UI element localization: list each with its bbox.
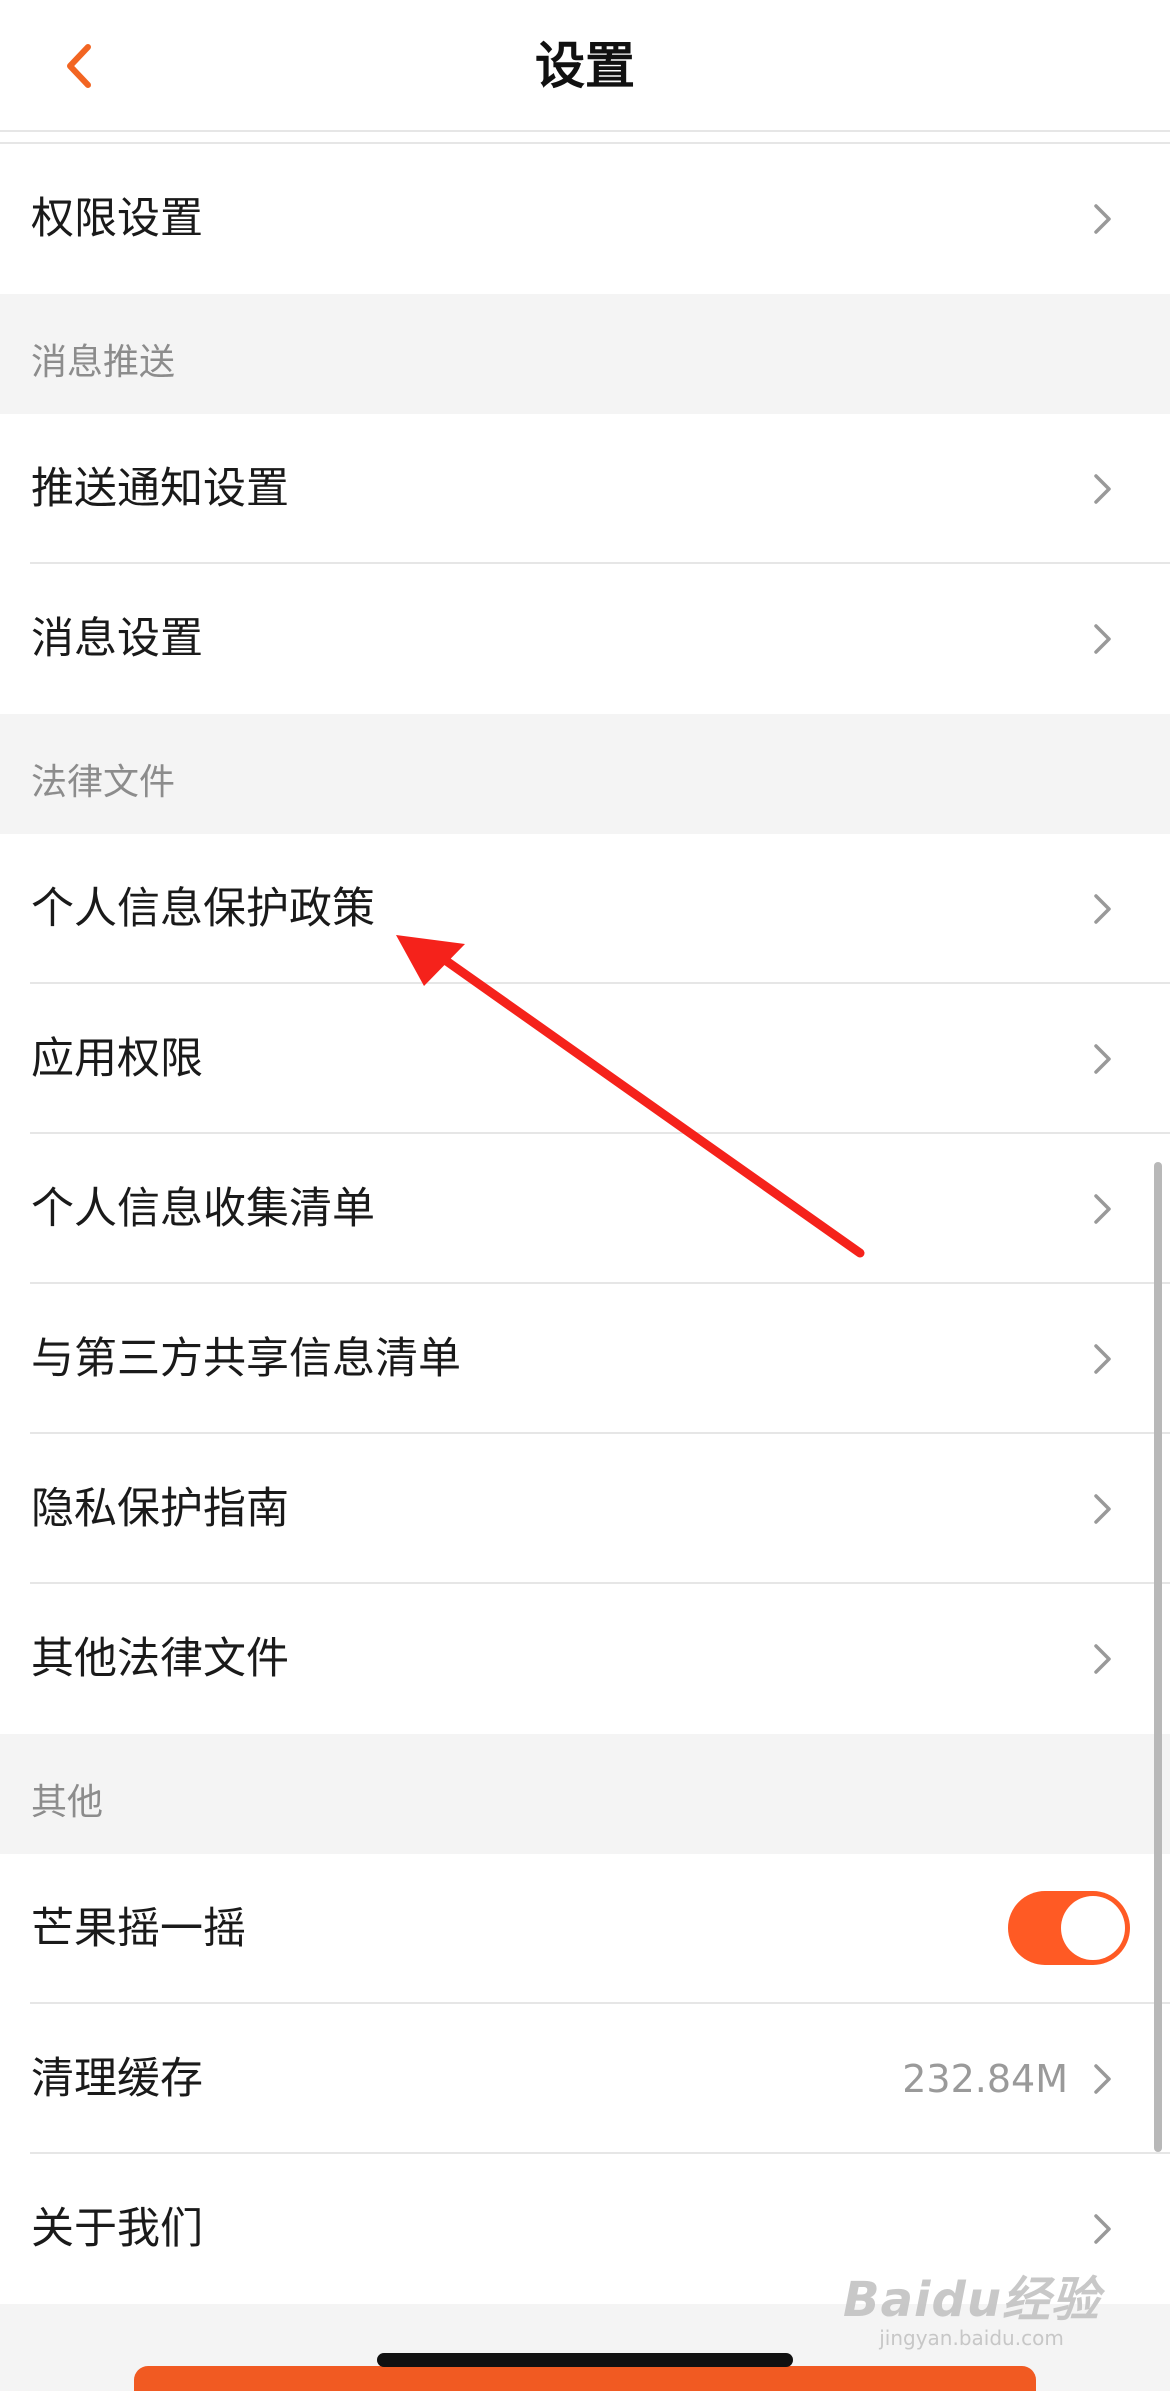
section-header-push: 消息推送 <box>0 294 1170 414</box>
list-item-other-legal-documents[interactable]: 其他法律文件 <box>0 1584 1170 1734</box>
page-title: 设置 <box>535 37 635 95</box>
list-item-label: 权限设置 <box>31 194 203 244</box>
section-title: 其他 <box>31 1782 104 1823</box>
list-item-clear-cache[interactable]: 清理缓存 232.84M <box>0 2004 1170 2154</box>
chevron-right-icon <box>1094 894 1111 924</box>
watermark-sub: jingyan.baidu.com <box>879 2326 1064 2350</box>
chevron-right-icon <box>1094 2214 1111 2244</box>
toggle-knob <box>1061 1896 1125 1960</box>
scrollbar[interactable] <box>1154 1162 1162 2152</box>
list-item-permission-settings[interactable]: 权限设置 <box>0 144 1170 294</box>
list-item-label: 关于我们 <box>31 2204 203 2254</box>
shake-toggle[interactable] <box>1008 1891 1130 1965</box>
list-item-message-settings[interactable]: 消息设置 <box>0 564 1170 714</box>
list-item-label: 应用权限 <box>31 1034 203 1084</box>
section-title: 消息推送 <box>31 342 176 383</box>
list-item-third-party-sharing-list[interactable]: 与第三方共享信息清单 <box>0 1284 1170 1434</box>
watermark-main: Baidu经验 <box>843 2272 1100 2328</box>
chevron-right-icon <box>1094 474 1111 504</box>
list-item-label: 推送通知设置 <box>31 464 289 514</box>
chevron-right-icon <box>1094 624 1111 654</box>
list-item-personal-info-collection-list[interactable]: 个人信息收集清单 <box>0 1134 1170 1284</box>
list-item-label: 与第三方共享信息清单 <box>31 1334 461 1384</box>
list-item-label: 清理缓存 <box>31 2054 203 2104</box>
logout-button[interactable] <box>134 2366 1036 2391</box>
settings-screen: 设置 权限设置 消息推送 推送通知设置 消息设置 法律文件 个人信息保护政策 应… <box>0 0 1170 2391</box>
baidu-watermark-logo: Baidu经验 jingyan.baidu.com <box>843 2260 1100 2350</box>
chevron-right-icon <box>1094 1494 1111 1524</box>
chevron-right-icon <box>1094 1644 1111 1674</box>
chevron-right-icon <box>1094 1194 1111 1224</box>
list-item-label: 隐私保护指南 <box>31 1484 289 1534</box>
chevron-right-icon <box>1094 204 1111 234</box>
chevron-right-icon <box>1094 1344 1111 1374</box>
list-item-label: 个人信息保护政策 <box>31 884 375 934</box>
list-item-personal-info-protection-policy[interactable]: 个人信息保护政策 <box>0 834 1170 984</box>
chevron-right-icon <box>1094 2064 1111 2094</box>
list-item-label: 其他法律文件 <box>31 1634 289 1684</box>
list-item-app-permissions[interactable]: 应用权限 <box>0 984 1170 1134</box>
list-item-label: 个人信息收集清单 <box>31 1184 375 1234</box>
list-item-label: 消息设置 <box>31 614 203 664</box>
list-item-privacy-guide[interactable]: 隐私保护指南 <box>0 1434 1170 1584</box>
list-item-label: 芒果摇一摇 <box>31 1904 246 1954</box>
section-header-other: 其他 <box>0 1734 1170 1854</box>
list-item-shake: 芒果摇一摇 <box>0 1854 1170 2004</box>
home-indicator <box>377 2353 793 2367</box>
list-item-push-notification-settings[interactable]: 推送通知设置 <box>0 414 1170 564</box>
section-header-legal: 法律文件 <box>0 714 1170 834</box>
nav-bar: 设置 <box>0 0 1170 132</box>
cache-size-value: 232.84M <box>902 2057 1068 2101</box>
section-title: 法律文件 <box>31 762 176 803</box>
chevron-right-icon <box>1094 1044 1111 1074</box>
list-item-partial <box>0 132 1170 144</box>
